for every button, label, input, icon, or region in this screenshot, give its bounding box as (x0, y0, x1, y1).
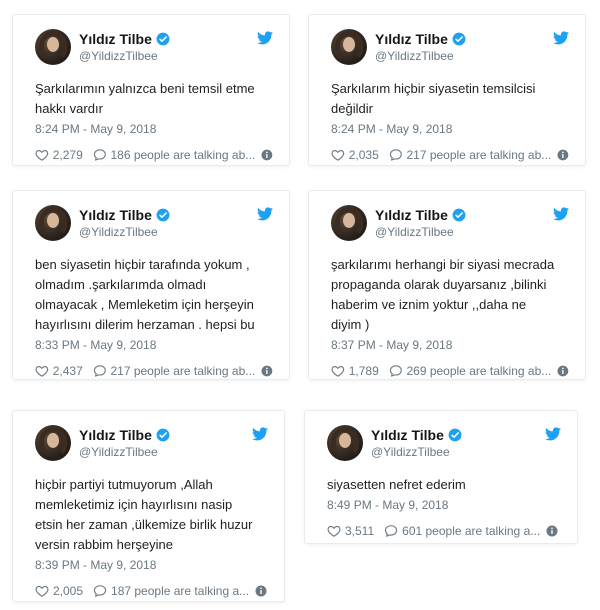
avatar[interactable] (327, 425, 363, 461)
talking-count[interactable]: 187 people are talking a... (111, 584, 249, 598)
tweet-actions: 3,511 601 people are talking a... (327, 521, 561, 541)
author-block[interactable]: Yıldız Tilbe @YildizzTilbee (79, 30, 170, 63)
avatar[interactable] (35, 29, 71, 65)
verified-badge-icon (452, 32, 466, 46)
tweet-header: Yıldız Tilbe @YildizzTilbee (331, 29, 569, 69)
tweet-actions: 1,789 269 people are talking ab... (331, 361, 569, 381)
info-icon[interactable] (255, 585, 267, 597)
speech-bubble-icon[interactable] (93, 584, 107, 598)
author-block[interactable]: Yıldız Tilbe @YildizzTilbee (375, 206, 466, 239)
heart-icon[interactable] (331, 364, 345, 378)
tweet-header: Yıldız Tilbe @YildizzTilbee (331, 205, 569, 245)
like-count[interactable]: 1,789 (349, 364, 379, 378)
tweet-timestamp[interactable]: 8:49 PM - May 9, 2018 (327, 498, 561, 514)
like-count[interactable]: 2,035 (349, 148, 379, 162)
user-handle[interactable]: @YildizzTilbee (375, 225, 466, 239)
speech-bubble-icon[interactable] (389, 364, 403, 378)
author-block[interactable]: Yıldız Tilbe @YildizzTilbee (79, 426, 170, 459)
speech-bubble-icon[interactable] (389, 148, 403, 162)
display-name[interactable]: Yıldız Tilbe (79, 207, 152, 223)
tweet-text: Şarkılarımın yalnızca beni temsil etme h… (35, 81, 255, 116)
talking-count[interactable]: 601 people are talking a... (402, 524, 540, 538)
verified-badge-icon (156, 32, 170, 46)
like-count[interactable]: 3,511 (345, 524, 374, 538)
avatar[interactable] (35, 425, 71, 461)
display-name[interactable]: Yıldız Tilbe (79, 31, 152, 47)
tweet-timestamp[interactable]: 8:24 PM - May 9, 2018 (331, 122, 569, 138)
user-handle[interactable]: @YildizzTilbee (79, 225, 170, 239)
twitter-bird-icon[interactable] (553, 207, 569, 221)
like-count[interactable]: 2,279 (53, 148, 83, 162)
info-icon[interactable] (546, 525, 558, 537)
tweet-card[interactable]: Yıldız Tilbe @YildizzTilbee ben siyaseti… (12, 190, 290, 380)
talking-count[interactable]: 269 people are talking ab... (406, 364, 551, 378)
tweet-text: siyasetten nefret ederim (327, 477, 466, 492)
heart-icon[interactable] (35, 584, 49, 598)
twitter-bird-icon[interactable] (553, 31, 569, 45)
info-icon[interactable] (261, 149, 273, 161)
tweet-header: Yıldız Tilbe @YildizzTilbee (327, 425, 561, 465)
verified-badge-icon (156, 428, 170, 442)
verified-badge-icon (452, 208, 466, 222)
author-block[interactable]: Yıldız Tilbe @YildizzTilbee (375, 30, 466, 63)
twitter-bird-icon[interactable] (252, 427, 268, 441)
heart-icon[interactable] (327, 524, 341, 538)
tweet-text: hiçbir partiyi tutmuyorum ,Allah memleke… (35, 477, 253, 552)
display-name[interactable]: Yıldız Tilbe (375, 31, 448, 47)
author-block[interactable]: Yıldız Tilbe @YildizzTilbee (371, 426, 462, 459)
heart-icon[interactable] (35, 148, 49, 162)
tweet-timestamp[interactable]: 8:33 PM - May 9, 2018 (35, 338, 273, 354)
info-icon[interactable] (557, 365, 569, 377)
tweet-text: şarkılarımı herhangi bir siyasi mecrada … (331, 257, 555, 332)
display-name[interactable]: Yıldız Tilbe (375, 207, 448, 223)
tweet-timestamp[interactable]: 8:37 PM - May 9, 2018 (331, 338, 569, 354)
talking-count[interactable]: 217 people are talking ab... (406, 148, 551, 162)
user-handle[interactable]: @YildizzTilbee (371, 445, 462, 459)
tweet-actions: 2,279 186 people are talking ab... (35, 145, 273, 165)
tweet-actions: 2,437 217 people are talking ab... (35, 361, 273, 381)
avatar[interactable] (331, 205, 367, 241)
tweet-card[interactable]: Yıldız Tilbe @YildizzTilbee Şarkılarımın… (12, 14, 290, 166)
heart-icon[interactable] (331, 148, 345, 162)
user-handle[interactable]: @YildizzTilbee (375, 49, 466, 63)
tweet-card[interactable]: Yıldız Tilbe @YildizzTilbee siyasetten n… (304, 410, 578, 544)
tweet-card[interactable]: Yıldız Tilbe @YildizzTilbee şarkılarımı … (308, 190, 586, 380)
user-handle[interactable]: @YildizzTilbee (79, 49, 170, 63)
talking-count[interactable]: 217 people are talking ab... (110, 364, 255, 378)
user-handle[interactable]: @YildizzTilbee (79, 445, 170, 459)
like-count[interactable]: 2,437 (53, 364, 83, 378)
display-name[interactable]: Yıldız Tilbe (371, 427, 444, 443)
avatar[interactable] (35, 205, 71, 241)
like-count[interactable]: 2,005 (53, 584, 83, 598)
info-icon[interactable] (261, 365, 273, 377)
tweet-text: Şarkılarım hiçbir siyasetin temsilcisi d… (331, 81, 536, 116)
speech-bubble-icon[interactable] (93, 364, 107, 378)
tweet-timestamp[interactable]: 8:39 PM - May 9, 2018 (35, 558, 268, 574)
tweet-card[interactable]: Yıldız Tilbe @YildizzTilbee hiçbir parti… (12, 410, 285, 602)
twitter-bird-icon[interactable] (545, 427, 561, 441)
twitter-bird-icon[interactable] (257, 207, 273, 221)
tweet-actions: 2,005 187 people are talking a... (35, 581, 268, 601)
tweet-header: Yıldız Tilbe @YildizzTilbee (35, 425, 268, 465)
verified-badge-icon (156, 208, 170, 222)
display-name[interactable]: Yıldız Tilbe (79, 427, 152, 443)
verified-badge-icon (448, 428, 462, 442)
avatar[interactable] (331, 29, 367, 65)
twitter-bird-icon[interactable] (257, 31, 273, 45)
tweet-timestamp[interactable]: 8:24 PM - May 9, 2018 (35, 122, 273, 138)
tweet-header: Yıldız Tilbe @YildizzTilbee (35, 205, 273, 245)
speech-bubble-icon[interactable] (93, 148, 107, 162)
tweet-card[interactable]: Yıldız Tilbe @YildizzTilbee Şarkılarım h… (308, 14, 586, 166)
heart-icon[interactable] (35, 364, 49, 378)
speech-bubble-icon[interactable] (384, 524, 398, 538)
author-block[interactable]: Yıldız Tilbe @YildizzTilbee (79, 206, 170, 239)
info-icon[interactable] (557, 149, 569, 161)
tweet-text: ben siyasetin hiçbir tarafında yokum , o… (35, 257, 255, 332)
tweet-header: Yıldız Tilbe @YildizzTilbee (35, 29, 273, 69)
tweet-actions: 2,035 217 people are talking ab... (331, 145, 569, 165)
talking-count[interactable]: 186 people are talking ab... (110, 148, 255, 162)
